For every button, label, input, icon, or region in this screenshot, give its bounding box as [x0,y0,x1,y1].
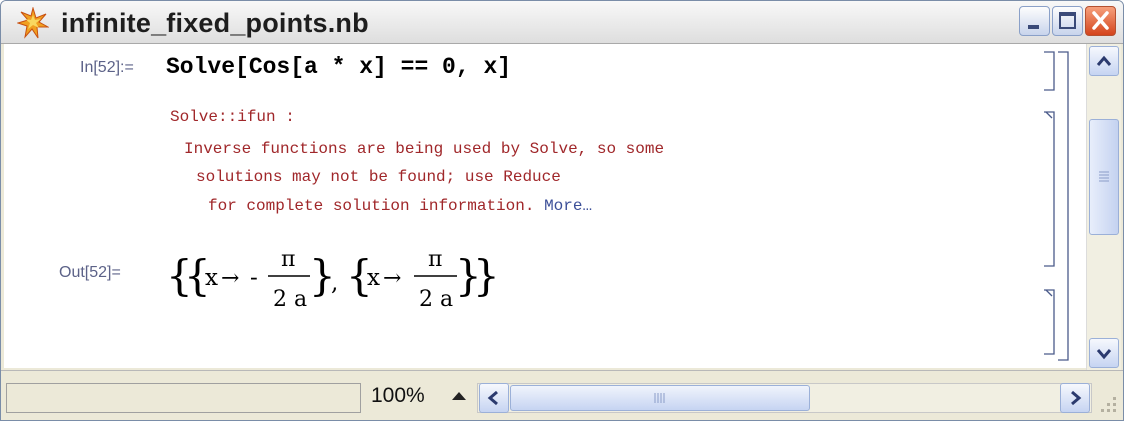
input-cell-label: In[52]:= [80,59,134,76]
rule-var-1: x [205,265,218,291]
window-title: infinite_fixed_points.nb [61,8,369,38]
rule-var-2: x [367,265,380,291]
notebook-content[interactable]: In[52]:= Solve[Cos[a * x] == 0, x] Solve… [4,44,1086,368]
outer-close-brace: } [473,251,500,300]
message-line-3-text: for complete solution information. [208,197,535,215]
grip-icon [1099,171,1109,182]
status-bar: 100% [1,370,1123,420]
rule-arrow-1: → [221,266,239,291]
chevron-up-icon [1096,55,1112,66]
close-button[interactable] [1085,6,1116,36]
output-cell-bracket [1044,289,1055,355]
message-line-1: Inverse functions are being used by Solv… [184,140,665,158]
numerator-2: π [428,247,442,272]
message-tag: Solve::ifun : [170,108,295,126]
minimize-icon [1028,25,1039,29]
vertical-scrollbar[interactable] [1086,44,1121,370]
cell-brackets[interactable] [1034,48,1086,368]
status-field [6,383,361,413]
output-cell-label: Out[52]= [59,264,121,281]
scroll-up-button[interactable] [1089,46,1119,76]
grip-icon [654,393,665,403]
horizontal-scroll-thumb[interactable] [510,385,810,411]
message-cell-bracket [1044,111,1055,267]
chevron-left-icon [487,390,498,406]
close-icon [1092,11,1109,30]
denominator-2: 2 a [419,287,453,312]
resize-grip-icon[interactable] [1095,391,1119,415]
maximize-icon [1059,12,1076,29]
maximize-button[interactable] [1052,6,1083,36]
denominator-1: 2 a [273,287,307,312]
group-bracket [1058,51,1069,361]
output-cell-mark [1045,289,1053,297]
minus-sign: - [250,265,258,291]
message-line-2: solutions may not be found; use Reduce [196,168,561,186]
title-bar[interactable]: infinite_fixed_points.nb [1,1,1123,44]
list-separator: , [331,270,338,296]
input-code[interactable]: Solve[Cos[a * x] == 0, x] [166,54,511,80]
numerator-1: π [281,247,295,272]
chevron-right-icon [1071,390,1082,406]
scroll-down-button[interactable] [1089,338,1119,368]
chevron-down-icon [1096,349,1112,360]
message-line-3: for complete solution information. More… [208,197,592,215]
message-cell-mark [1045,111,1053,119]
input-cell-bracket [1044,51,1055,91]
zoom-level: 100% [371,384,425,407]
rule-arrow-2: → [383,266,401,291]
output-expression[interactable]: { { x → - π 2 a } , { x → π 2 a } } [164,234,544,324]
notebook-window: infinite_fixed_points.nb In[52]:= Solve[… [0,0,1124,421]
mathematica-icon [17,7,49,39]
zoom-up-icon[interactable] [449,385,469,407]
scroll-right-button[interactable] [1060,383,1090,413]
more-link[interactable]: More… [544,197,592,215]
scroll-left-button[interactable] [479,383,509,413]
horizontal-scrollbar[interactable] [477,383,1092,413]
vertical-scroll-thumb[interactable] [1089,119,1119,235]
minimize-button[interactable] [1019,6,1050,36]
